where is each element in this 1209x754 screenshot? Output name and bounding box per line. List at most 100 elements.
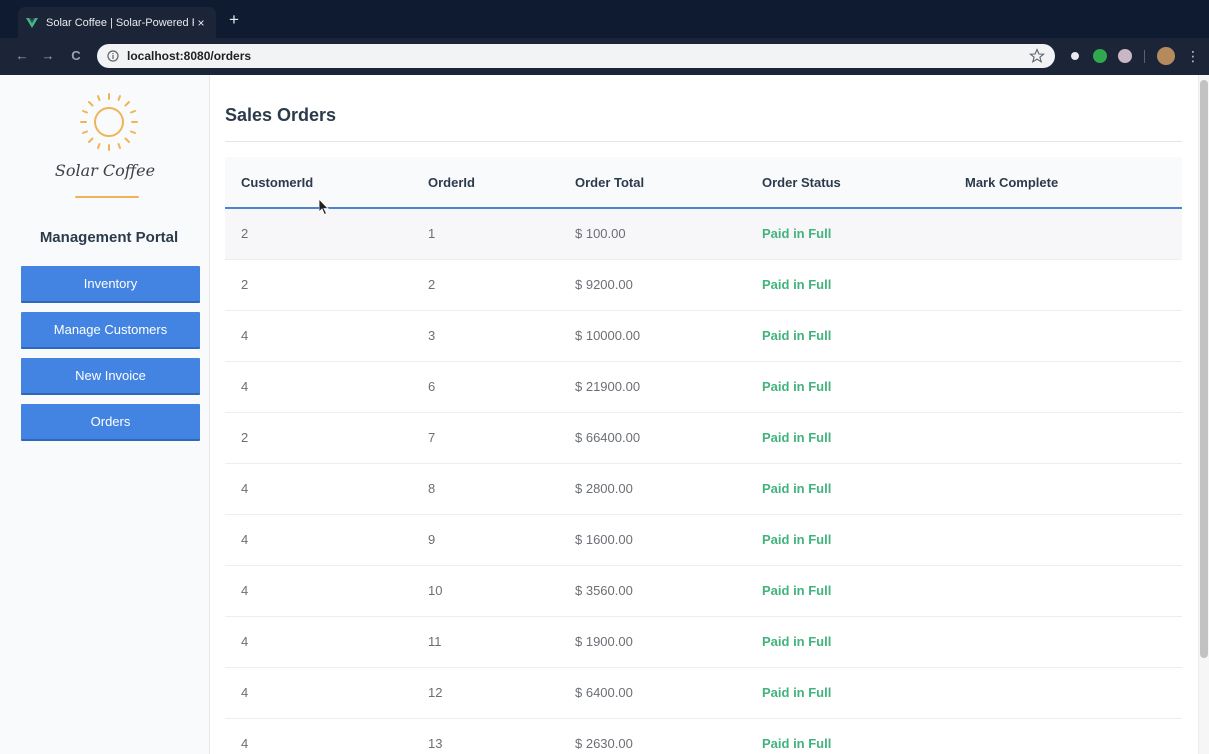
cell-order-total: $ 1600.00 bbox=[559, 514, 746, 566]
table-row[interactable]: 4 11 $ 1900.00 Paid in Full bbox=[225, 616, 1182, 668]
table-row[interactable]: 4 9 $ 1600.00 Paid in Full bbox=[225, 514, 1182, 566]
cell-mark-complete bbox=[949, 616, 1182, 668]
cell-order-status: Paid in Full bbox=[746, 259, 949, 311]
cell-mark-complete bbox=[949, 565, 1182, 617]
cell-customer-id: 4 bbox=[225, 310, 412, 362]
cell-order-id: 8 bbox=[412, 463, 559, 515]
title-divider bbox=[225, 141, 1182, 142]
nav-orders-button[interactable]: Orders bbox=[21, 404, 200, 441]
column-header-order-status: Order Status bbox=[746, 157, 949, 209]
table-row[interactable]: 4 6 $ 21900.00 Paid in Full bbox=[225, 361, 1182, 413]
cell-order-status: Paid in Full bbox=[746, 514, 949, 566]
page-title: Sales Orders bbox=[225, 105, 337, 125]
cell-customer-id: 4 bbox=[225, 361, 412, 413]
cell-customer-id: 4 bbox=[225, 667, 412, 719]
browser-menu-icon[interactable]: ⋮ bbox=[1186, 47, 1200, 65]
table-row[interactable]: 2 1 $ 100.00 Paid in Full bbox=[225, 208, 1182, 260]
cell-customer-id: 2 bbox=[225, 259, 412, 311]
url-text: localhost:8080/orders bbox=[127, 49, 252, 63]
cell-mark-complete bbox=[949, 463, 1182, 515]
address-bar[interactable]: localhost:8080/orders bbox=[97, 44, 1055, 68]
main-content: Sales Orders CustomerId OrderId Order To… bbox=[211, 75, 1198, 754]
cell-order-total: $ 2630.00 bbox=[559, 718, 746, 754]
table-row[interactable]: 2 7 $ 66400.00 Paid in Full bbox=[225, 412, 1182, 464]
extension-icon[interactable] bbox=[1093, 49, 1107, 63]
star-icon[interactable] bbox=[1029, 48, 1045, 64]
cell-order-id: 3 bbox=[412, 310, 559, 362]
cell-mark-complete bbox=[949, 412, 1182, 464]
brand-name: Solar Coffee bbox=[54, 161, 156, 180]
forward-button[interactable]: → bbox=[40, 48, 56, 64]
cell-customer-id: 2 bbox=[225, 412, 412, 464]
cell-order-status: Paid in Full bbox=[746, 412, 949, 464]
cell-order-id: 9 bbox=[412, 514, 559, 566]
cell-order-id: 6 bbox=[412, 361, 559, 413]
cell-order-status: Paid in Full bbox=[746, 208, 949, 260]
cell-order-total: $ 9200.00 bbox=[559, 259, 746, 311]
info-icon[interactable] bbox=[107, 50, 119, 62]
cell-order-total: $ 10000.00 bbox=[559, 310, 746, 362]
reload-button[interactable]: C bbox=[68, 48, 84, 64]
table-row[interactable]: 4 12 $ 6400.00 Paid in Full bbox=[225, 667, 1182, 719]
cell-order-total: $ 1900.00 bbox=[559, 616, 746, 668]
close-tab-icon[interactable]: × bbox=[194, 16, 208, 30]
table-header-row: CustomerId OrderId Order Total Order Sta… bbox=[225, 157, 1182, 209]
avatar[interactable] bbox=[1157, 47, 1175, 65]
cell-order-status: Paid in Full bbox=[746, 667, 949, 719]
cell-order-status: Paid in Full bbox=[746, 616, 949, 668]
nav-new-invoice-button[interactable]: New Invoice bbox=[21, 358, 200, 395]
cell-mark-complete bbox=[949, 259, 1182, 311]
cell-order-total: $ 2800.00 bbox=[559, 463, 746, 515]
cell-order-status: Paid in Full bbox=[746, 718, 949, 754]
cell-customer-id: 4 bbox=[225, 616, 412, 668]
table-row[interactable]: 4 13 $ 2630.00 Paid in Full bbox=[225, 718, 1182, 754]
nav-manage-customers-button[interactable]: Manage Customers bbox=[21, 312, 200, 349]
cell-order-total: $ 21900.00 bbox=[559, 361, 746, 413]
browser-toolbar: ← → C localhost:8080/orders ⋮ bbox=[0, 38, 1209, 75]
sun-icon bbox=[80, 93, 138, 151]
cell-customer-id: 4 bbox=[225, 463, 412, 515]
cell-order-id: 12 bbox=[412, 667, 559, 719]
cell-mark-complete bbox=[949, 718, 1182, 754]
table-row[interactable]: 4 3 $ 10000.00 Paid in Full bbox=[225, 310, 1182, 362]
cell-order-id: 10 bbox=[412, 565, 559, 617]
mouse-pointer-icon bbox=[319, 199, 329, 215]
cell-order-total: $ 6400.00 bbox=[559, 667, 746, 719]
extension-icon[interactable] bbox=[1118, 49, 1132, 63]
cell-order-id: 1 bbox=[412, 208, 559, 260]
vue-logo-icon bbox=[26, 17, 38, 28]
cell-mark-complete bbox=[949, 208, 1182, 260]
extension-icon[interactable] bbox=[1068, 49, 1082, 63]
cell-customer-id: 4 bbox=[225, 565, 412, 617]
cell-order-status: Paid in Full bbox=[746, 565, 949, 617]
nav-inventory-button[interactable]: Inventory bbox=[21, 266, 200, 303]
brand-underline bbox=[75, 196, 139, 198]
cell-order-total: $ 66400.00 bbox=[559, 412, 746, 464]
new-tab-button[interactable]: + bbox=[226, 11, 242, 28]
back-button[interactable]: ← bbox=[14, 48, 30, 64]
cell-order-id: 2 bbox=[412, 259, 559, 311]
browser-tab-strip: Solar Coffee | Solar-Powered F × + bbox=[0, 0, 1209, 38]
browser-tab[interactable]: Solar Coffee | Solar-Powered F × bbox=[18, 7, 216, 38]
toolbar-divider bbox=[1144, 50, 1145, 63]
column-header-order-id: OrderId bbox=[412, 157, 559, 209]
cell-order-status: Paid in Full bbox=[746, 463, 949, 515]
cell-mark-complete bbox=[949, 667, 1182, 719]
table-row[interactable]: 2 2 $ 9200.00 Paid in Full bbox=[225, 259, 1182, 311]
sidebar: Solar Coffee Management Portal Inventory… bbox=[0, 75, 210, 754]
cell-customer-id: 4 bbox=[225, 718, 412, 754]
cell-order-status: Paid in Full bbox=[746, 361, 949, 413]
cell-order-id: 11 bbox=[412, 616, 559, 668]
table-row[interactable]: 4 10 $ 3560.00 Paid in Full bbox=[225, 565, 1182, 617]
cell-customer-id: 2 bbox=[225, 208, 412, 260]
column-header-mark-complete: Mark Complete bbox=[949, 157, 1182, 209]
cell-order-status: Paid in Full bbox=[746, 310, 949, 362]
cell-mark-complete bbox=[949, 361, 1182, 413]
cell-order-total: $ 3560.00 bbox=[559, 565, 746, 617]
cell-customer-id: 4 bbox=[225, 514, 412, 566]
cell-order-id: 13 bbox=[412, 718, 559, 754]
page-scrollbar-thumb[interactable] bbox=[1200, 80, 1208, 658]
cell-mark-complete bbox=[949, 514, 1182, 566]
cell-order-id: 7 bbox=[412, 412, 559, 464]
table-row[interactable]: 4 8 $ 2800.00 Paid in Full bbox=[225, 463, 1182, 515]
